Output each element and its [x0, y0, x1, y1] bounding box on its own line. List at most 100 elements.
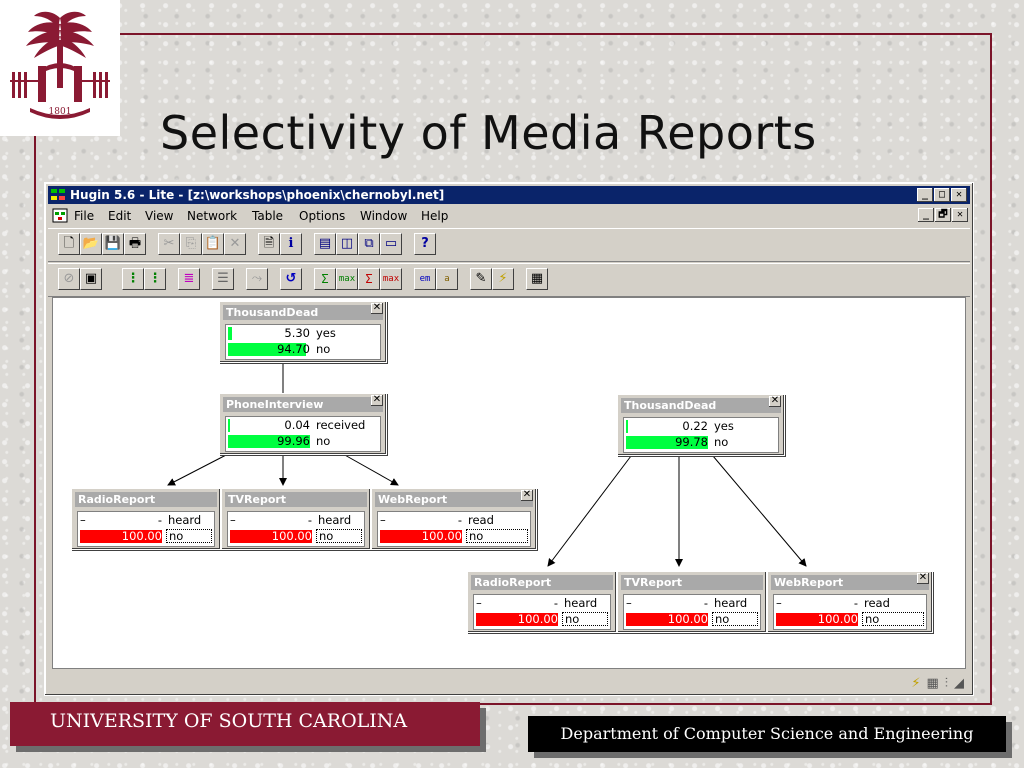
print-icon[interactable]: 🖶 — [124, 233, 146, 255]
copy-icon[interactable]: ⎘ — [180, 233, 202, 255]
node-thousanddead-left[interactable]: ThousandDead ✕ 5.30 yes 94.70 no — [219, 301, 387, 363]
edge-phone-radio — [167, 453, 229, 486]
state-label: no — [862, 612, 924, 626]
sum-propagate-icon[interactable]: Σ — [314, 268, 336, 290]
hugin-window: Hugin 5.6 - Lite - [z:\workshops\phoenix… — [44, 182, 974, 696]
edge-td-web — [712, 455, 807, 567]
belief-value: 100.00 — [271, 529, 312, 543]
state-label: no — [316, 342, 331, 356]
belief-value: 5.30 — [284, 326, 310, 340]
belief-value: 0.04 — [284, 418, 310, 432]
open-icon[interactable]: 📂 — [80, 233, 102, 255]
node-close-icon[interactable]: ✕ — [769, 396, 781, 407]
run-mode-icon[interactable]: ▣ — [80, 268, 102, 290]
maximize-button[interactable]: □ — [934, 188, 950, 202]
menu-network[interactable]: Network — [187, 209, 237, 223]
state-label: no — [562, 612, 608, 626]
node-radioreport-right[interactable]: RadioReport – - heard 100.00 no — [467, 571, 617, 633]
new-icon[interactable]: 🗋 — [58, 233, 80, 255]
node-close-icon[interactable]: ✕ — [371, 395, 383, 406]
properties-icon[interactable]: 🗎 — [258, 233, 280, 255]
max-propagate-icon[interactable]: max — [336, 268, 358, 290]
window-titlebar[interactable]: Hugin 5.6 - Lite - [z:\workshops\phoenix… — [48, 186, 970, 204]
em-icon[interactable]: em — [414, 268, 436, 290]
menubar: File Edit View Network Table Options Win… — [48, 206, 970, 225]
tree-icon[interactable]: ⫶ — [945, 676, 948, 691]
menu-help[interactable]: Help — [421, 209, 448, 223]
paste-icon[interactable]: 📋 — [202, 233, 224, 255]
minimize-button[interactable]: _ — [917, 188, 933, 202]
menu-window[interactable]: Window — [360, 209, 407, 223]
node-webreport-right[interactable]: WebReport ✕ – - read 100.00 no — [767, 571, 933, 633]
list-icon[interactable]: ☰ — [212, 268, 234, 290]
node-phoneinterview[interactable]: PhoneInterview ✕ 0.04 received 99.96 no — [219, 393, 387, 455]
resize-grip-icon[interactable]: ◢ — [954, 676, 964, 691]
delete-icon[interactable]: ✕ — [224, 233, 246, 255]
state-label: no — [466, 529, 528, 543]
node-webreport-left[interactable]: WebReport ✕ – - read 100.00 no — [371, 488, 537, 550]
menu-options[interactable]: Options — [299, 209, 345, 223]
belief-value: 99.96 — [277, 434, 310, 448]
svg-text:1801: 1801 — [49, 107, 72, 117]
layout-v-icon[interactable]: ◫ — [336, 233, 358, 255]
window-title: Hugin 5.6 - Lite - [z:\workshops\phoenix… — [70, 188, 445, 202]
undo-icon[interactable]: ↺ — [280, 268, 302, 290]
grid-icon[interactable]: ≣ — [178, 268, 200, 290]
belief-value: - — [853, 596, 858, 610]
evidence-icon[interactable]: ⚡ — [492, 268, 514, 290]
run-icon[interactable]: ⤳ — [246, 268, 268, 290]
menu-file[interactable]: File — [74, 209, 94, 223]
grid-icon[interactable]: ▦ — [926, 676, 938, 691]
layout-h-icon[interactable]: ▤ — [314, 233, 336, 255]
node-close-icon[interactable]: ✕ — [521, 490, 533, 501]
statusbar: ⚡ ▦ ⫶ ◢ — [48, 674, 970, 692]
max-propagate2-icon[interactable]: max — [380, 268, 402, 290]
state-label: yes — [714, 419, 734, 433]
node-close-icon[interactable]: ✕ — [371, 303, 383, 314]
node-radioreport-left[interactable]: RadioReport – - heard 100.00 no — [71, 488, 221, 550]
info-icon[interactable]: i — [280, 233, 302, 255]
node-tvreport-right[interactable]: TVReport – - heard 100.00 no — [617, 571, 767, 633]
network-canvas[interactable]: ThousandDead ✕ 5.30 yes 94.70 no PhoneIn… — [52, 297, 966, 669]
close-button[interactable]: ✕ — [951, 188, 967, 202]
document-icon[interactable] — [52, 208, 68, 223]
node-close-icon[interactable]: ✕ — [917, 573, 929, 584]
state-label: read — [864, 596, 890, 610]
a-icon[interactable]: a — [436, 268, 458, 290]
menu-table[interactable]: Table — [252, 209, 283, 223]
menu-edit[interactable]: Edit — [108, 209, 131, 223]
toolbar-network: ⊘ ▣ ⋮ ⋮ ≣ ☰ ⤳ ↺ Σ max Σ max em a ✎ ⚡ ▦ — [48, 263, 970, 297]
belief-value: 99.78 — [675, 435, 708, 449]
report-icon[interactable]: ▦ — [526, 268, 548, 290]
pencil-icon[interactable]: ✎ — [470, 268, 492, 290]
usc-logo: 1801 — [0, 0, 120, 136]
cascade-icon[interactable]: ⧉ — [358, 233, 380, 255]
net-new-icon[interactable]: ⋮ — [122, 268, 144, 290]
mdi-restore-button[interactable]: 🗗 — [935, 208, 951, 222]
help-icon[interactable]: ? — [414, 233, 436, 255]
node-title: ThousandDead — [223, 305, 383, 320]
state-label: heard — [168, 513, 202, 527]
belief-value: - — [157, 513, 162, 527]
edit-mode-icon[interactable]: ⊘ — [58, 268, 80, 290]
state-label: no — [316, 529, 362, 543]
slide-title: Selectivity of Media Reports — [160, 106, 817, 160]
node-title: TVReport — [225, 492, 367, 507]
node-title: WebReport — [375, 492, 533, 507]
mdi-minimize-button[interactable]: _ — [918, 208, 934, 222]
menu-view[interactable]: View — [145, 209, 173, 223]
edge-phone-web — [342, 453, 399, 486]
save-icon[interactable]: 💾 — [102, 233, 124, 255]
mdi-close-button[interactable]: ✕ — [952, 208, 968, 222]
window-icon[interactable]: ▭ — [380, 233, 402, 255]
node-title: ThousandDead — [621, 398, 781, 413]
sum-propagate2-icon[interactable]: Σ — [358, 268, 380, 290]
evidence-icon[interactable]: ⚡ — [911, 676, 920, 691]
cut-icon[interactable]: ✂ — [158, 233, 180, 255]
belief-value: 100.00 — [517, 612, 558, 626]
department-banner: Department of Computer Science and Engin… — [528, 716, 1006, 752]
node-thousanddead-right[interactable]: ThousandDead ✕ 0.22 yes 99.78 no — [617, 394, 785, 456]
state-label: heard — [564, 596, 598, 610]
node-tvreport-left[interactable]: TVReport – - heard 100.00 no — [221, 488, 371, 550]
net-new2-icon[interactable]: ⋮ — [144, 268, 166, 290]
